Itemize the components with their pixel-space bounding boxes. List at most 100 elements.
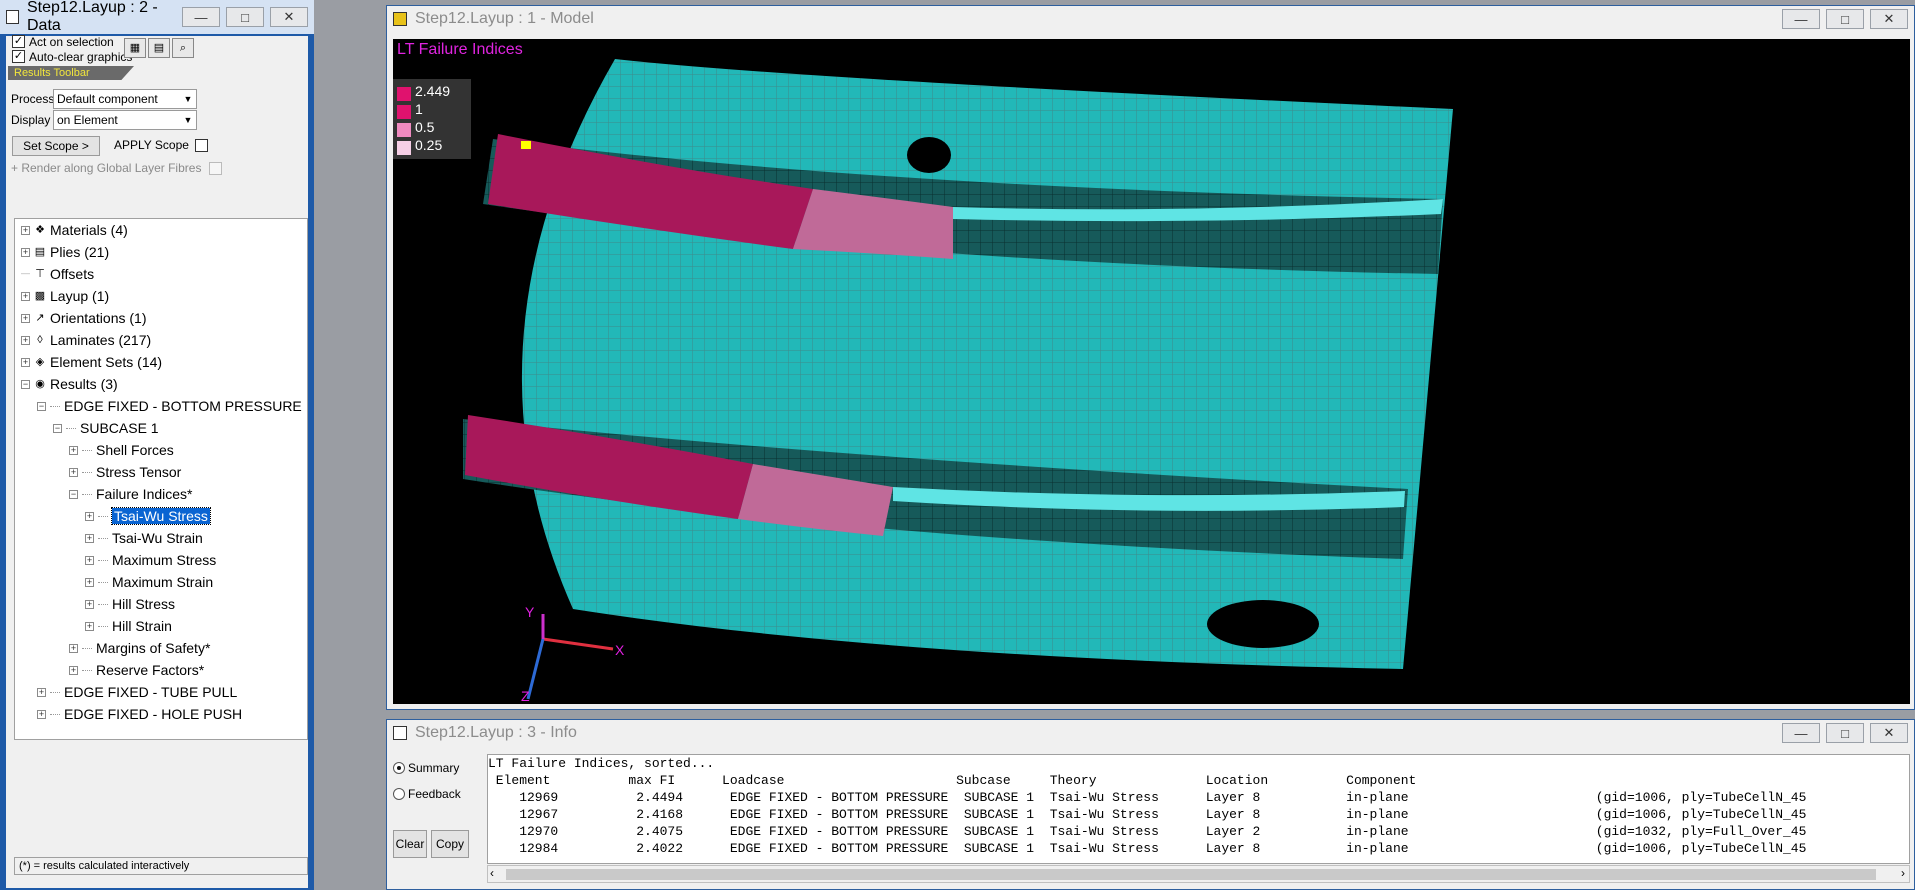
- render-fibres-checkbox[interactable]: [209, 161, 223, 175]
- tree-node[interactable]: + Shell Forces: [69, 441, 174, 459]
- model-window: Step12.Layup : 1 - Model — □ ✕ LT Failur…: [386, 5, 1915, 710]
- tree-node[interactable]: + EDGE FIXED - HOLE PUSH: [37, 705, 242, 723]
- tree-connector-icon: [50, 691, 60, 693]
- tree-node-label: Laminates (217): [50, 332, 152, 348]
- collapse-icon[interactable]: −: [21, 379, 30, 389]
- tree-node[interactable]: + Stress Tensor: [69, 463, 181, 481]
- horizontal-scrollbar[interactable]: ‹ ›: [487, 865, 1910, 883]
- expand-icon[interactable]: +: [37, 687, 46, 697]
- expand-icon[interactable]: +: [69, 445, 78, 455]
- tree-node[interactable]: − Failure Indices*: [69, 485, 193, 503]
- maximize-button[interactable]: □: [226, 7, 264, 27]
- tree-node[interactable]: + ◊ Laminates (217): [21, 331, 151, 349]
- expand-icon[interactable]: +: [85, 511, 94, 521]
- expand-icon[interactable]: +: [21, 335, 30, 345]
- expand-icon[interactable]: +: [69, 643, 78, 653]
- tree-node[interactable]: + Maximum Strain: [85, 573, 213, 591]
- scroll-left-icon[interactable]: ‹: [490, 866, 494, 880]
- tree-node[interactable]: + Tsai-Wu Strain: [85, 529, 203, 547]
- info-output[interactable]: LT Failure Indices, sorted... Element ma…: [487, 754, 1910, 864]
- tree-node-label: EDGE FIXED - TUBE PULL: [64, 684, 238, 700]
- minimize-button[interactable]: —: [1782, 9, 1820, 29]
- collapse-icon[interactable]: −: [53, 423, 62, 433]
- scrollbar-thumb[interactable]: [506, 869, 1876, 880]
- apply-scope-checkbox[interactable]: [194, 138, 208, 152]
- expand-icon[interactable]: +: [85, 599, 94, 609]
- y-axis-label: Y: [525, 604, 535, 620]
- tree-node[interactable]: + Reserve Factors*: [69, 661, 204, 679]
- clear-button[interactable]: Clear: [393, 830, 427, 858]
- tree-node[interactable]: — ⊤ Offsets: [21, 265, 94, 283]
- tree-node[interactable]: + ▤ Plies (21): [21, 243, 109, 261]
- set-scope-button[interactable]: Set Scope >: [12, 136, 100, 156]
- zoom-tool-button[interactable]: ⌕: [172, 38, 194, 58]
- expand-icon[interactable]: +: [21, 291, 30, 301]
- results-toolbar-tab[interactable]: Results Toolbar: [8, 66, 134, 80]
- tree-connector-icon: [82, 493, 92, 495]
- tree-node-label: SUBCASE 1: [80, 420, 159, 436]
- checkbox-checked-icon: ✓: [12, 50, 25, 63]
- tree-node[interactable]: − EDGE FIXED - BOTTOM PRESSURE: [37, 397, 302, 415]
- expand-icon[interactable]: +: [85, 621, 94, 631]
- tree-node[interactable]: + Margins of Safety*: [69, 639, 210, 657]
- apply-scope-row: APPLY Scope: [114, 138, 208, 152]
- expand-icon[interactable]: +: [85, 533, 94, 543]
- scroll-right-icon[interactable]: ›: [1901, 866, 1905, 880]
- info-window-titlebar[interactable]: Step12.Layup : 3 - Info — □ ✕: [387, 720, 1914, 746]
- expand-icon[interactable]: +: [21, 225, 30, 235]
- tree-node[interactable]: + Hill Stress: [85, 595, 175, 613]
- copy-button[interactable]: Copy: [431, 830, 469, 858]
- expand-icon[interactable]: +: [21, 313, 30, 323]
- z-axis-label: Z: [521, 688, 530, 704]
- data-window-titlebar[interactable]: Step12.Layup : 2 - Data — □ ✕: [0, 0, 314, 34]
- model-window-titlebar[interactable]: Step12.Layup : 1 - Model — □ ✕: [387, 6, 1914, 32]
- tree-node[interactable]: + Maximum Stress: [85, 551, 216, 569]
- legend-label: 2.449: [415, 83, 451, 99]
- minimize-button[interactable]: —: [1782, 723, 1820, 743]
- layer-tool-button[interactable]: ▦: [124, 38, 146, 58]
- expand-icon[interactable]: +: [69, 665, 78, 675]
- expand-icon[interactable]: +: [85, 555, 94, 565]
- process-select[interactable]: Default component ▼: [53, 89, 197, 109]
- color-legend: 2.449 1 0.5 0.25: [393, 79, 471, 159]
- close-button[interactable]: ✕: [1870, 9, 1908, 29]
- tree-node[interactable]: − SUBCASE 1: [53, 419, 159, 437]
- model-window-title: Step12.Layup : 1 - Model: [415, 10, 594, 27]
- feedback-radio[interactable]: Feedback: [393, 784, 469, 804]
- expand-icon[interactable]: +: [21, 247, 30, 257]
- upper-hole: [907, 137, 951, 173]
- tree-node[interactable]: + EDGE FIXED - TUBE PULL: [37, 683, 237, 701]
- summary-radio[interactable]: Summary: [393, 758, 469, 778]
- offsets-icon: ⊤: [35, 268, 45, 280]
- tree-node[interactable]: − ◉ Results (3): [21, 375, 118, 393]
- expand-icon[interactable]: +: [21, 357, 30, 367]
- tree-connector-icon: [82, 471, 92, 473]
- expand-icon[interactable]: +: [37, 709, 46, 719]
- maximize-button[interactable]: □: [1826, 9, 1864, 29]
- tree-connector-icon: [98, 603, 108, 605]
- table-tool-button[interactable]: ▤: [148, 38, 170, 58]
- tree-node[interactable]: + ◈ Element Sets (14): [21, 353, 162, 371]
- tree-node[interactable]: + Hill Strain: [85, 617, 172, 635]
- tree-node[interactable]: + ▩ Layup (1): [21, 287, 109, 305]
- tree-node[interactable]: + ❖ Materials (4): [21, 221, 128, 239]
- collapse-icon[interactable]: −: [69, 489, 78, 499]
- window-icon: [393, 12, 407, 26]
- collapse-icon[interactable]: −: [37, 401, 46, 411]
- expand-icon[interactable]: +: [85, 577, 94, 587]
- display-select[interactable]: on Element ▼: [53, 110, 197, 130]
- results-icon: ◉: [35, 378, 45, 390]
- close-button[interactable]: ✕: [1870, 723, 1908, 743]
- auto-clear-checkbox[interactable]: ✓ Auto-clear graphics: [12, 47, 132, 66]
- maximize-button[interactable]: □: [1826, 723, 1864, 743]
- minimize-button[interactable]: —: [182, 7, 220, 27]
- expand-icon[interactable]: +: [69, 467, 78, 477]
- graphics-viewport[interactable]: LT Failure Indices X Y Z 2.449 1 0.5 0.2…: [393, 39, 1910, 704]
- materials-icon: ❖: [35, 224, 45, 236]
- tree-node[interactable]: + Tsai-Wu Stress: [85, 507, 211, 525]
- panel-surface: [521, 59, 1453, 669]
- tree-node-label: Margins of Safety*: [96, 640, 211, 656]
- tree-node-label: Shell Forces: [96, 442, 174, 458]
- tree-node[interactable]: + ↗ Orientations (1): [21, 309, 146, 327]
- close-button[interactable]: ✕: [270, 7, 308, 27]
